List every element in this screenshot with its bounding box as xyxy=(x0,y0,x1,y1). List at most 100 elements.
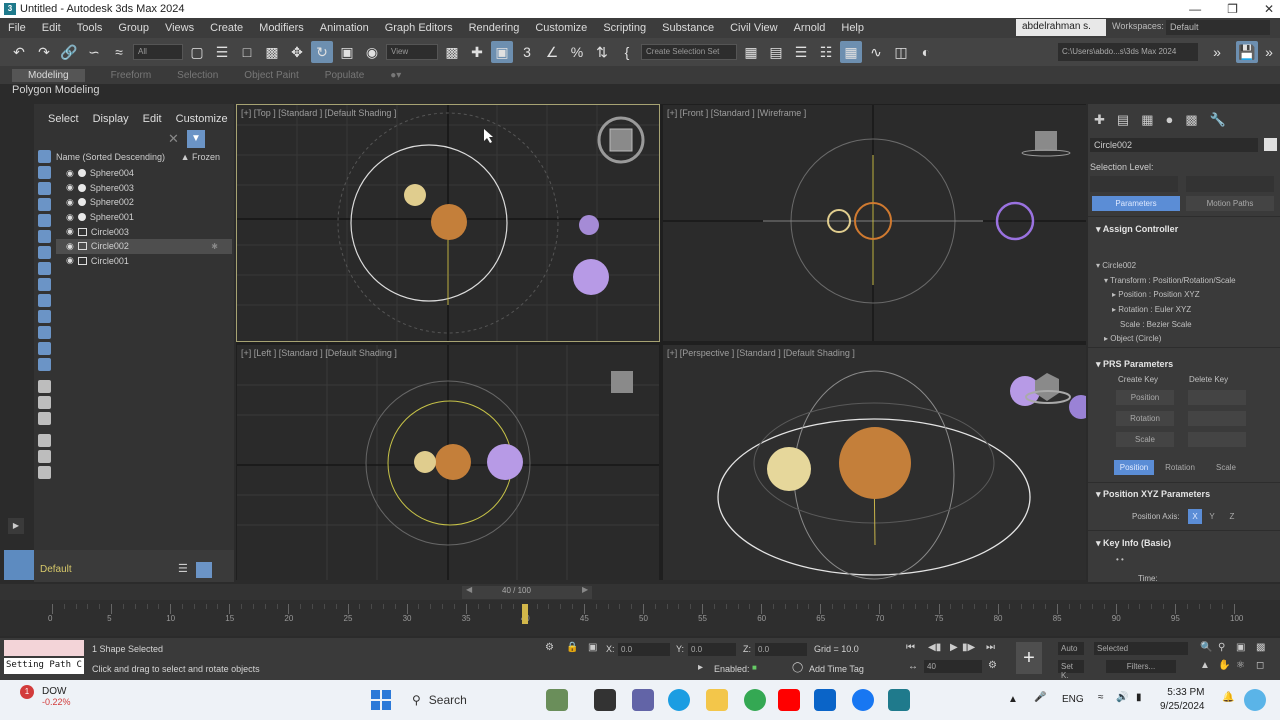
delete-key-position-button[interactable] xyxy=(1188,390,1246,405)
minimize-icon[interactable]: — xyxy=(1189,2,1201,16)
column-name[interactable]: Name (Sorted Descending) xyxy=(56,152,165,162)
visibility-eye-icon[interactable]: ◉ xyxy=(66,255,74,266)
freeze-icon[interactable]: ✱ xyxy=(211,242,218,251)
motion-tab-icon[interactable]: ● xyxy=(1166,112,1174,128)
sun-sphere[interactable] xyxy=(431,204,467,240)
key-info-header[interactable]: ▾ Key Info (Basic) xyxy=(1096,538,1171,549)
folder-icon[interactable] xyxy=(706,689,728,711)
axis-x-button[interactable]: X xyxy=(1188,509,1202,524)
motion-paths-button[interactable]: Motion Paths xyxy=(1186,196,1274,211)
adaptive-degradation-icon[interactable]: ▸ xyxy=(698,662,703,673)
save-icon[interactable]: 💾 xyxy=(1236,41,1258,63)
delete-key-rotation-button[interactable] xyxy=(1188,411,1246,426)
keyboard-shortcut-override-icon[interactable]: ▣ xyxy=(491,41,513,63)
new-key-button[interactable]: + xyxy=(1016,642,1042,674)
column-frozen[interactable]: ▲ Frozen xyxy=(181,152,220,162)
display-space-warps-icon[interactable] xyxy=(37,246,51,259)
display-shapes-icon[interactable] xyxy=(37,182,51,195)
next-frame-arrow-icon[interactable]: ▶ xyxy=(582,585,588,594)
selection-lock-icon[interactable]: 🔒 xyxy=(566,642,578,653)
absolute-mode-icon[interactable]: ▣ xyxy=(588,642,597,653)
select-by-name-icon[interactable]: ☰ xyxy=(211,41,233,63)
menu-modifiers[interactable]: Modifiers xyxy=(251,22,312,34)
sync-selection-icon[interactable] xyxy=(37,434,51,447)
controller-tree-item[interactable]: ▸ Position : Position XYZ xyxy=(1112,290,1200,299)
planet-sphere[interactable] xyxy=(404,184,426,206)
ribbon-tab-selection[interactable]: Selection xyxy=(177,70,218,81)
viewport-label[interactable]: [+] [Front ] [Standard ] [Wireframe ] xyxy=(667,108,806,118)
project-folder-path[interactable]: C:\Users\abdo...s\3ds Max 2024 xyxy=(1058,43,1198,61)
toggle-scene-explorer-icon[interactable]: ☰ xyxy=(790,41,812,63)
3ds-max-taskbar-icon[interactable] xyxy=(888,689,910,711)
windows-start-icon[interactable] xyxy=(371,690,391,710)
list-item[interactable]: ◉ Circle003 xyxy=(56,224,232,239)
maximize-viewport-icon[interactable]: ◻ xyxy=(1256,660,1264,671)
placement-icon[interactable]: ◉ xyxy=(361,41,383,63)
sun-sphere[interactable] xyxy=(435,444,471,480)
maxscript-listener-mini[interactable] xyxy=(4,640,84,656)
undo-icon[interactable]: ↶ xyxy=(8,41,30,63)
object-color-swatch[interactable] xyxy=(1264,138,1277,151)
previous-frame-arrow-icon[interactable]: ◀ xyxy=(466,585,472,594)
percent-snap-icon[interactable]: % xyxy=(566,41,588,63)
axis-z-button[interactable]: Z xyxy=(1225,509,1239,524)
z-coordinate-field[interactable]: 0.0 xyxy=(755,643,807,656)
viewport-label[interactable]: [+] [Left ] [Standard ] [Default Shading… xyxy=(241,348,397,358)
planet-sphere[interactable] xyxy=(579,215,599,235)
wifi-icon[interactable]: ≈ xyxy=(1098,692,1104,703)
planet-sphere[interactable] xyxy=(573,259,609,295)
orbit-icon[interactable]: ⚛ xyxy=(1236,660,1245,671)
display-containers-icon[interactable] xyxy=(37,310,51,323)
toggle-ribbon-icon[interactable]: ▦ xyxy=(840,41,862,63)
current-layer-name[interactable]: Default xyxy=(40,564,72,575)
menu-views[interactable]: Views xyxy=(157,22,202,34)
menu-group[interactable]: Group xyxy=(110,22,157,34)
schematic-view-icon[interactable]: ◫ xyxy=(890,41,912,63)
copilot-icon[interactable] xyxy=(1244,689,1266,711)
reference-coordinate-dropdown[interactable]: View xyxy=(386,44,438,60)
filter-icon[interactable]: ▼ xyxy=(186,130,205,148)
list-item[interactable]: ◉ Sphere004 xyxy=(56,166,232,181)
zoom-icon[interactable]: 🔍 xyxy=(1200,642,1212,653)
menu-graph-editors[interactable]: Graph Editors xyxy=(377,22,461,34)
visibility-eye-icon[interactable]: ◉ xyxy=(66,182,74,193)
lock-cell-icon[interactable] xyxy=(37,466,51,479)
selected-dropdown[interactable]: Selected xyxy=(1094,642,1188,655)
teams-icon[interactable] xyxy=(632,689,654,711)
taskbar-clock[interactable]: 5:33 PM 9/25/2024 xyxy=(1160,686,1205,714)
viewcube-icon[interactable] xyxy=(611,371,633,393)
youtube-icon[interactable] xyxy=(778,689,800,711)
controller-tree-item[interactable]: Scale : Bezier Scale xyxy=(1120,320,1192,329)
list-item[interactable]: ◉ Circle001 xyxy=(56,254,232,269)
set-key-button[interactable]: Set K. xyxy=(1058,660,1084,680)
menu-animation[interactable]: Animation xyxy=(312,22,377,34)
close-icon[interactable]: ✕ xyxy=(1264,2,1274,16)
viewport-front[interactable]: [+] [Front ] [Standard ] [Wireframe ] xyxy=(663,105,1086,341)
visibility-eye-icon[interactable]: ◉ xyxy=(66,168,74,179)
field-of-view-icon[interactable]: ▲ xyxy=(1200,660,1210,671)
object-name-field[interactable]: Circle002 xyxy=(1090,138,1258,152)
enabled-checkbox[interactable]: ■ xyxy=(752,663,757,672)
list-item[interactable]: ◉ Sphere003 xyxy=(56,181,232,196)
select-all-icon[interactable] xyxy=(37,380,51,393)
position-xyz-header[interactable]: ▾ Position XYZ Parameters xyxy=(1096,489,1210,500)
controller-tree-item[interactable]: ▾ Circle002 xyxy=(1096,261,1136,270)
previous-key-icon[interactable]: ◀▮ xyxy=(928,642,941,653)
create-key-rotation-button[interactable]: Rotation xyxy=(1116,411,1174,426)
time-tag-icon[interactable]: ◯ xyxy=(792,662,803,673)
menu-scripting[interactable]: Scripting xyxy=(595,22,654,34)
bind-space-warp-icon[interactable]: ≈ xyxy=(108,41,130,63)
display-tab-icon[interactable]: ▩ xyxy=(1185,112,1197,128)
menu-create[interactable]: Create xyxy=(202,22,251,34)
viewport-label[interactable]: [+] [Top ] [Standard ] [Default Shading … xyxy=(241,108,396,118)
y-coordinate-field[interactable]: 0.0 xyxy=(688,643,736,656)
menu-substance[interactable]: Substance xyxy=(654,22,722,34)
menu-rendering[interactable]: Rendering xyxy=(461,22,528,34)
prs-parameters-header[interactable]: ▾ PRS Parameters xyxy=(1096,359,1173,370)
manipulate-icon[interactable]: ✚ xyxy=(466,41,488,63)
display-helpers-icon[interactable] xyxy=(37,230,51,243)
visibility-eye-icon[interactable]: ◉ xyxy=(66,197,74,208)
menu-help[interactable]: Help xyxy=(833,22,872,34)
workspace-dropdown[interactable]: Default xyxy=(1166,20,1270,35)
go-to-start-icon[interactable]: ⏮ xyxy=(906,642,915,653)
